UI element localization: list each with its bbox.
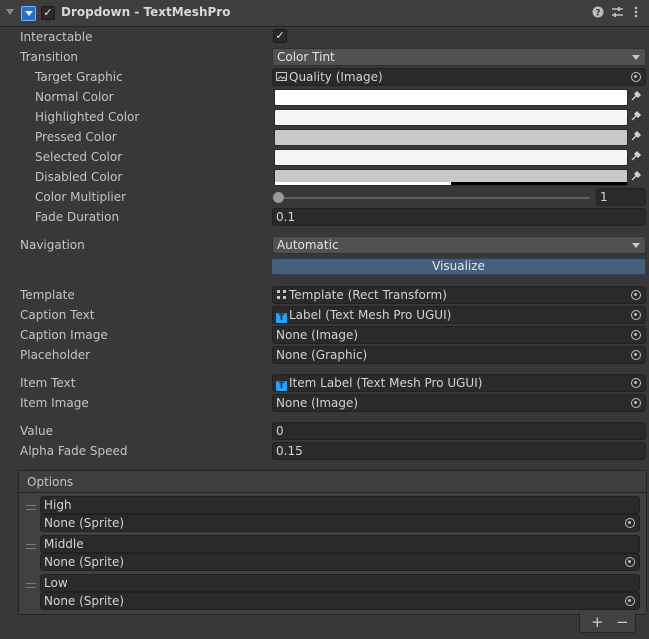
options-footer: + − <box>579 613 636 633</box>
remove-option-button[interactable]: − <box>616 614 629 630</box>
placeholder-value: None (Graphic) <box>276 348 368 362</box>
help-icon[interactable]: ? <box>592 6 604 21</box>
object-picker-icon[interactable] <box>631 398 641 408</box>
fade-duration-input[interactable]: 0.1 <box>272 208 646 226</box>
placeholder-label: Placeholder <box>20 348 91 362</box>
visualize-button[interactable]: Visualize <box>271 258 646 275</box>
item-text-label: Item Text <box>20 376 76 390</box>
object-picker-icon[interactable] <box>631 290 641 300</box>
highlighted-color-label: Highlighted Color <box>35 110 140 124</box>
chevron-down-icon <box>632 55 640 60</box>
item-image-label: Item Image <box>20 396 89 410</box>
eyedropper-icon[interactable] <box>630 150 644 164</box>
chevron-down-icon <box>632 243 640 248</box>
template-value: Template (Rect Transform) <box>289 288 447 302</box>
image-icon <box>276 72 287 81</box>
text-mesh-pro-icon: T <box>276 381 287 391</box>
item-image-value: None (Image) <box>276 396 359 410</box>
component-title: Dropdown - TextMeshPro <box>61 5 231 19</box>
object-picker-icon[interactable] <box>631 310 641 320</box>
option-sprite-value: None (Sprite) <box>44 555 125 569</box>
navigation-label: Navigation <box>20 238 85 252</box>
drag-handle-icon[interactable] <box>26 505 36 510</box>
color-multiplier-slider-thumb[interactable] <box>273 192 284 203</box>
navigation-dropdown[interactable]: Automatic <box>272 236 646 254</box>
normal-color-label: Normal Color <box>35 90 114 104</box>
foldout-arrow-icon[interactable] <box>6 9 14 15</box>
object-picker-icon[interactable] <box>631 330 641 340</box>
drag-handle-icon[interactable] <box>26 544 36 549</box>
caption-text-value: Label (Text Mesh Pro UGUI) <box>289 308 452 322</box>
interactable-checkbox[interactable]: ✓ <box>273 29 287 43</box>
disabled-color-swatch[interactable] <box>274 169 628 186</box>
eyedropper-icon[interactable] <box>630 90 644 104</box>
fade-duration-label: Fade Duration <box>35 210 120 224</box>
item-image-field[interactable]: None (Image) <box>272 394 646 412</box>
interactable-label: Interactable <box>20 30 93 44</box>
option-text-input[interactable]: High <box>40 496 640 514</box>
caption-image-label: Caption Image <box>20 328 108 342</box>
options-title: Options <box>27 475 74 489</box>
options-header: Options <box>19 471 646 493</box>
color-multiplier-input[interactable]: 1 <box>596 188 646 206</box>
option-text-input[interactable]: Low <box>40 574 640 592</box>
selected-color-label: Selected Color <box>35 150 123 164</box>
value-label: Value <box>20 424 53 438</box>
object-picker-icon[interactable] <box>631 350 641 360</box>
transition-value: Color Tint <box>277 50 335 64</box>
disabled-color-label: Disabled Color <box>35 170 123 184</box>
item-text-field[interactable]: T Item Label (Text Mesh Pro UGUI) <box>272 374 646 392</box>
color-multiplier-slider-track[interactable] <box>278 197 590 199</box>
selected-color-swatch[interactable] <box>274 149 628 166</box>
drag-handle-icon[interactable] <box>26 583 36 588</box>
target-graphic-value: Quality (Image) <box>289 70 383 84</box>
text-mesh-pro-icon: T <box>276 313 287 323</box>
caption-text-field[interactable]: T Label (Text Mesh Pro UGUI) <box>272 306 646 324</box>
options-list: Options High None (Sprite) Middle None (… <box>18 470 647 615</box>
object-picker-icon[interactable] <box>631 378 641 388</box>
color-multiplier-label: Color Multiplier <box>35 190 127 204</box>
caption-image-value: None (Image) <box>276 328 359 342</box>
kebab-menu-icon[interactable] <box>634 6 638 21</box>
value-input[interactable]: 0 <box>272 422 646 440</box>
eyedropper-icon[interactable] <box>630 110 644 124</box>
option-sprite-field[interactable]: None (Sprite) <box>40 553 640 571</box>
svg-text:?: ? <box>595 9 600 19</box>
add-option-button[interactable]: + <box>591 614 604 630</box>
object-picker-icon[interactable] <box>625 518 635 528</box>
alpha-fade-speed-input[interactable]: 0.15 <box>272 442 646 460</box>
caption-image-field[interactable]: None (Image) <box>272 326 646 344</box>
target-graphic-label: Target Graphic <box>35 70 123 84</box>
highlighted-color-swatch[interactable] <box>274 109 628 126</box>
caption-text-label: Caption Text <box>20 308 95 322</box>
object-picker-icon[interactable] <box>631 72 641 82</box>
transition-label: Transition <box>20 50 79 64</box>
component-enabled-checkbox[interactable]: ✓ <box>41 6 55 20</box>
dropdown-component-icon <box>21 6 36 21</box>
item-text-value: Item Label (Text Mesh Pro UGUI) <box>289 376 483 390</box>
option-sprite-value: None (Sprite) <box>44 516 125 530</box>
option-text-input[interactable]: Middle <box>40 535 640 553</box>
eyedropper-icon[interactable] <box>630 170 644 184</box>
object-picker-icon[interactable] <box>625 557 635 567</box>
preset-icon[interactable] <box>611 6 624 21</box>
pressed-color-swatch[interactable] <box>274 129 628 146</box>
option-sprite-field[interactable]: None (Sprite) <box>40 592 640 610</box>
template-field[interactable]: Template (Rect Transform) <box>272 286 646 304</box>
component-header: ✓ Dropdown - TextMeshPro ? <box>0 0 649 27</box>
navigation-value: Automatic <box>277 238 339 252</box>
template-label: Template <box>20 288 75 302</box>
pressed-color-label: Pressed Color <box>35 130 117 144</box>
placeholder-field[interactable]: None (Graphic) <box>272 346 646 364</box>
option-sprite-field[interactable]: None (Sprite) <box>40 514 640 532</box>
alpha-fade-speed-label: Alpha Fade Speed <box>20 444 128 458</box>
object-picker-icon[interactable] <box>625 596 635 606</box>
rect-transform-icon <box>277 290 286 299</box>
eyedropper-icon[interactable] <box>630 130 644 144</box>
normal-color-swatch[interactable] <box>274 89 628 106</box>
target-graphic-field[interactable]: Quality (Image) <box>272 68 646 86</box>
transition-dropdown[interactable]: Color Tint <box>272 48 646 66</box>
option-sprite-value: None (Sprite) <box>44 594 125 608</box>
